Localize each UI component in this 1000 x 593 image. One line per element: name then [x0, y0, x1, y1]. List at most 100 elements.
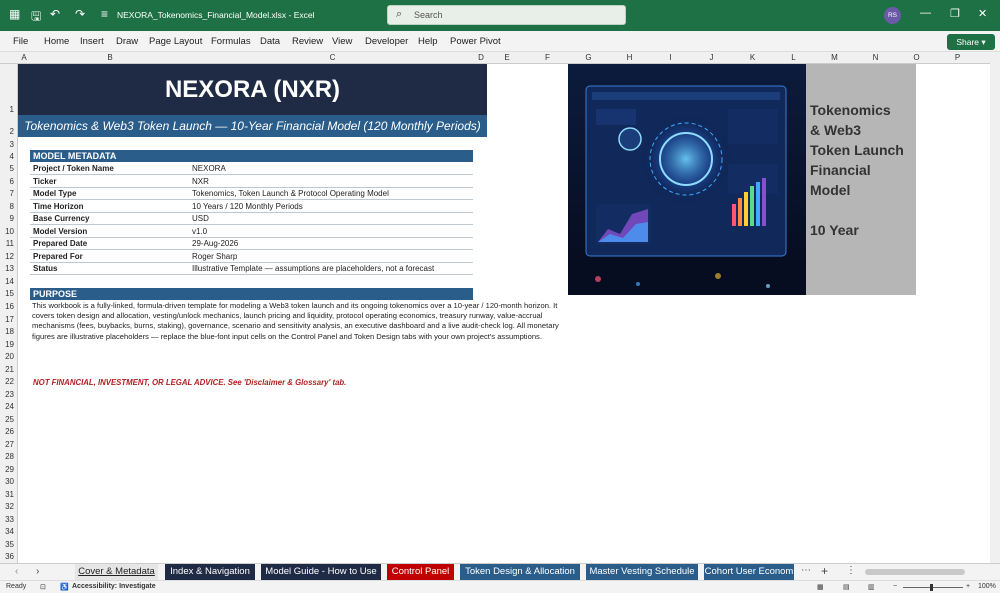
customize-qa-icon[interactable]: ≡	[101, 7, 108, 21]
row-30[interactable]: 30	[0, 477, 14, 486]
tab-master-vesting[interactable]: Master Vesting Schedule	[586, 564, 698, 580]
tab-scroll-left-icon[interactable]: ‹	[15, 566, 18, 577]
metadata-row[interactable]: Prepared Date 29-Aug-2026	[30, 238, 473, 251]
row-9[interactable]: 9	[0, 214, 14, 223]
row-12[interactable]: 12	[0, 252, 14, 261]
accessibility-status[interactable]: Accessibility: Investigate	[72, 583, 156, 590]
col-l[interactable]: L	[773, 53, 814, 62]
menu-data[interactable]: Data	[260, 36, 280, 47]
col-b[interactable]: B	[30, 53, 190, 62]
row-7[interactable]: 7	[0, 189, 14, 198]
metadata-row[interactable]: Model Type Tokenomics, Token Launch & Pro…	[30, 188, 473, 201]
col-d[interactable]: D	[475, 53, 487, 62]
row-11[interactable]: 11	[0, 239, 14, 248]
col-m[interactable]: M	[814, 53, 855, 62]
row-8[interactable]: 8	[0, 202, 14, 211]
row-18[interactable]: 18	[0, 327, 14, 336]
row-1[interactable]: 1	[0, 105, 14, 114]
tab-cohort-user-econ[interactable]: Cohort User Econom	[704, 564, 794, 580]
save-icon[interactable]: 🖫	[31, 7, 41, 28]
zoom-slider-thumb[interactable]	[930, 584, 933, 591]
undo-icon[interactable]: ↶	[50, 7, 60, 21]
col-h[interactable]: H	[609, 53, 650, 62]
menu-insert[interactable]: Insert	[80, 36, 104, 47]
menu-page-layout[interactable]: Page Layout	[149, 36, 202, 47]
metadata-row[interactable]: Ticker NXR	[30, 176, 473, 188]
row-13[interactable]: 13	[0, 264, 14, 273]
row-35[interactable]: 35	[0, 540, 14, 549]
menu-review[interactable]: Review	[292, 36, 323, 47]
row-27[interactable]: 27	[0, 440, 14, 449]
row-15[interactable]: 15	[0, 289, 14, 298]
page-layout-view-icon[interactable]: ▤	[843, 583, 850, 591]
col-n[interactable]: N	[855, 53, 896, 62]
tab-control-panel[interactable]: Control Panel	[387, 564, 454, 580]
row-14[interactable]: 14	[0, 277, 14, 286]
maximize-icon[interactable]: ❐	[950, 7, 960, 20]
row-2[interactable]: 2	[0, 127, 14, 136]
share-button[interactable]: Share ▾	[947, 34, 995, 50]
row-26[interactable]: 26	[0, 427, 14, 436]
vertical-scrollbar[interactable]	[990, 52, 1000, 563]
row-33[interactable]: 33	[0, 515, 14, 524]
menu-draw[interactable]: Draw	[116, 36, 138, 47]
tab-scroll-right-icon[interactable]: ›	[36, 566, 39, 577]
menu-power-pivot[interactable]: Power Pivot	[450, 36, 501, 47]
col-j[interactable]: J	[691, 53, 732, 62]
minimize-icon[interactable]: —	[920, 7, 931, 19]
avatar[interactable]: RS	[884, 7, 901, 24]
tab-token-design[interactable]: Token Design & Allocation	[460, 564, 580, 580]
col-g[interactable]: G	[568, 53, 609, 62]
sheet-menu-icon[interactable]: ⋮	[846, 565, 856, 576]
row-6[interactable]: 6	[0, 177, 14, 186]
row-24[interactable]: 24	[0, 402, 14, 411]
row-19[interactable]: 19	[0, 340, 14, 349]
zoom-out-icon[interactable]: −	[893, 583, 897, 590]
row-32[interactable]: 32	[0, 502, 14, 511]
row-4[interactable]: 4	[0, 152, 14, 161]
row-5[interactable]: 5	[0, 164, 14, 173]
row-17[interactable]: 17	[0, 315, 14, 324]
metadata-row[interactable]: Prepared For Roger Sharp	[30, 251, 473, 263]
col-k[interactable]: K	[732, 53, 773, 62]
close-icon[interactable]: ✕	[978, 7, 987, 20]
row-16[interactable]: 16	[0, 302, 14, 311]
row-36[interactable]: 36	[0, 552, 14, 561]
metadata-row[interactable]: Status Illustrative Template — assumption…	[30, 263, 473, 276]
row-23[interactable]: 23	[0, 390, 14, 399]
row-28[interactable]: 28	[0, 452, 14, 461]
row-31[interactable]: 31	[0, 490, 14, 499]
row-29[interactable]: 29	[0, 465, 14, 474]
menu-view[interactable]: View	[332, 36, 352, 47]
menu-file[interactable]: File	[13, 36, 28, 47]
col-i[interactable]: I	[650, 53, 691, 62]
zoom-in-icon[interactable]: +	[966, 583, 970, 590]
col-f[interactable]: F	[527, 53, 568, 62]
worksheet[interactable]: NEXORA (NXR) Tokenomics & Web3 Token Lau…	[18, 64, 990, 563]
page-break-view-icon[interactable]: ▥	[868, 583, 875, 591]
zoom-slider[interactable]	[903, 587, 963, 588]
metadata-row[interactable]: Time Horizon 10 Years / 120 Monthly Perio…	[30, 201, 473, 213]
col-a[interactable]: A	[18, 53, 30, 62]
menu-formulas[interactable]: Formulas	[211, 36, 251, 47]
col-e[interactable]: E	[487, 53, 527, 62]
col-p[interactable]: P	[937, 53, 978, 62]
tab-model-guide[interactable]: Model Guide - How to Use	[261, 564, 381, 580]
search-box[interactable]: ⌕ Search	[387, 5, 626, 25]
more-tabs-icon[interactable]: ⋯	[801, 565, 811, 576]
macro-icon[interactable]: ⊡	[40, 583, 46, 591]
row-34[interactable]: 34	[0, 527, 14, 536]
col-o[interactable]: O	[896, 53, 937, 62]
redo-icon[interactable]: ↷	[75, 7, 85, 21]
row-25[interactable]: 25	[0, 415, 14, 424]
row-21[interactable]: 21	[0, 365, 14, 374]
menu-help[interactable]: Help	[418, 36, 438, 47]
row-10[interactable]: 10	[0, 227, 14, 236]
add-sheet-icon[interactable]: +	[821, 564, 828, 578]
metadata-row[interactable]: Project / Token Name NEXORA	[30, 163, 473, 176]
zoom-level[interactable]: 100%	[978, 583, 996, 590]
menu-home[interactable]: Home	[44, 36, 69, 47]
tab-cover-metadata[interactable]: Cover & Metadata	[75, 564, 158, 580]
row-3[interactable]: 3	[0, 140, 14, 149]
horizontal-scrollbar[interactable]	[865, 569, 965, 575]
